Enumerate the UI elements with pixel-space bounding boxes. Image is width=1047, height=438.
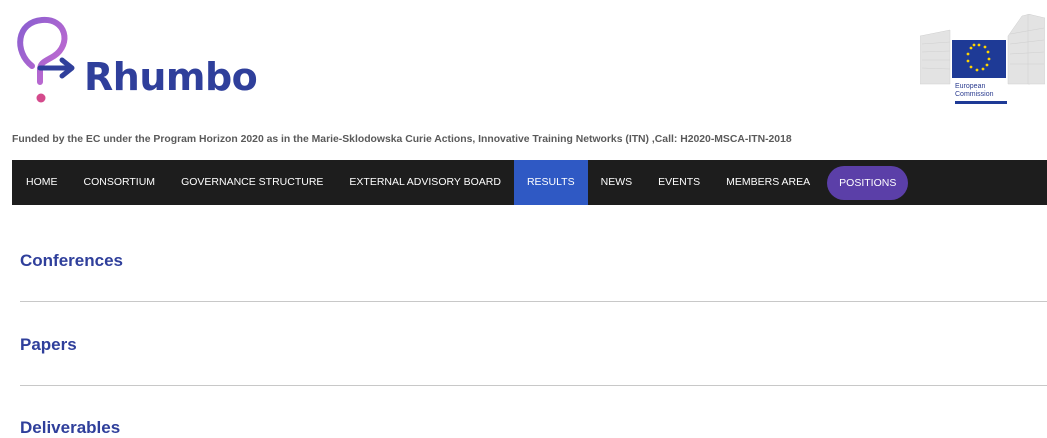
brand-name: Rhumbo bbox=[84, 55, 258, 99]
site-header: Rhumbo European Commission bbox=[0, 0, 1047, 128]
section-conferences[interactable]: Conferences bbox=[20, 251, 123, 271]
nav-events[interactable]: EVENTS bbox=[645, 160, 713, 205]
funding-statement: Funded by the EC under the Program Horiz… bbox=[12, 134, 792, 145]
nav-results[interactable]: RESULTS bbox=[513, 160, 588, 205]
ec-caption-line1: European bbox=[955, 83, 986, 90]
nav-positions[interactable]: POSITIONS bbox=[827, 165, 909, 200]
site-logo[interactable]: Rhumbo bbox=[10, 8, 270, 113]
nav-members-area[interactable]: MEMBERS AREA bbox=[713, 160, 823, 205]
nav-news[interactable]: NEWS bbox=[588, 160, 646, 205]
ec-caption: European Commission bbox=[955, 83, 994, 99]
section-papers[interactable]: Papers bbox=[20, 335, 77, 355]
ec-caption-line2: Commission bbox=[955, 91, 994, 98]
nav-consortium[interactable]: CONSORTIUM bbox=[71, 160, 169, 205]
nav-external-advisory-board[interactable]: EXTERNAL ADVISORY BOARD bbox=[336, 160, 514, 205]
nav-home[interactable]: HOME bbox=[12, 160, 71, 205]
nav-governance-structure[interactable]: GOVERNANCE STRUCTURE bbox=[168, 160, 336, 205]
main-navigation: HOME CONSORTIUM GOVERNANCE STRUCTURE EXT… bbox=[12, 160, 1047, 205]
ec-underline bbox=[955, 101, 1007, 104]
section-deliverables[interactable]: Deliverables bbox=[20, 418, 120, 438]
section-divider bbox=[20, 385, 1047, 386]
section-divider bbox=[20, 301, 1047, 302]
